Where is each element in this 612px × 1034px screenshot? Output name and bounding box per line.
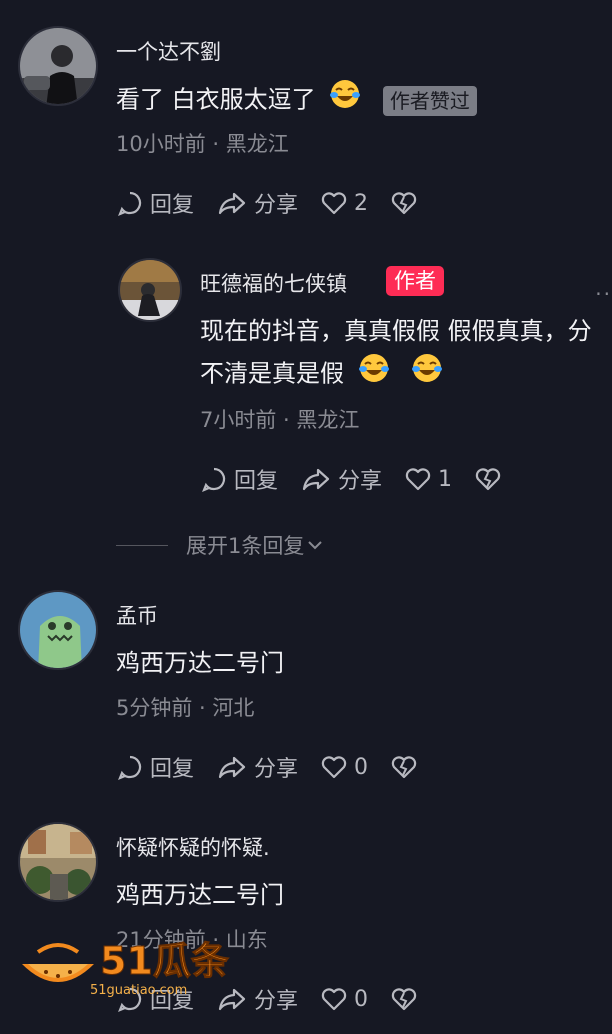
like-count: 0 <box>354 986 369 1012</box>
avatar[interactable] <box>18 822 98 902</box>
author-badge: 作者 <box>386 266 444 296</box>
expand-replies-label: 展开1条回复 <box>186 534 305 558</box>
share-label: 分享 <box>254 193 299 218</box>
avatar-photo-icon <box>20 28 96 104</box>
reply-label: 回复 <box>150 193 195 218</box>
laughing-crying-emoji-icon <box>358 352 390 397</box>
comment-text-content: 看了 白衣服太逗了 <box>116 85 316 114</box>
avatar-photo-icon <box>120 260 180 320</box>
like-count: 2 <box>354 190 369 216</box>
heart-icon <box>321 988 347 1011</box>
username[interactable]: 怀疑怀疑的怀疑. <box>116 832 270 862</box>
like-button[interactable]: 0 <box>320 753 368 781</box>
reply-bubble-icon <box>118 755 142 780</box>
more-options-button[interactable]: ·· <box>595 282 612 306</box>
laughing-crying-emoji-icon <box>411 352 443 397</box>
divider-line <box>116 544 168 546</box>
watermark-brand: 51瓜条 <box>100 939 229 983</box>
like-count: 1 <box>438 466 453 492</box>
avatar[interactable] <box>18 26 98 106</box>
comment-actions: 回复 分享 1 <box>200 462 530 496</box>
broken-heart-icon <box>475 468 501 491</box>
dislike-button[interactable] <box>390 985 424 1013</box>
comment-meta: 10小时前 · 黑龙江 <box>116 132 289 156</box>
share-arrow-icon <box>218 756 246 779</box>
comment-meta: 7小时前 · 黑龙江 <box>200 408 360 432</box>
share-arrow-icon <box>302 468 330 491</box>
comment-text-line-1: 现在的抖音，真真假假 假假真真，分 <box>200 317 592 345</box>
comment-text: 看了 白衣服太逗了 作者赞过 <box>116 78 477 123</box>
comment-actions: 回复 分享 2 <box>116 186 446 220</box>
reply-button[interactable]: 回复 <box>116 187 194 219</box>
like-button[interactable]: 2 <box>320 189 368 217</box>
reply-label: 回复 <box>150 757 195 782</box>
watermark-logo: 51瓜条 51guatiao.com <box>18 930 238 1000</box>
heart-icon <box>321 756 347 779</box>
share-arrow-icon <box>218 192 246 215</box>
reply-button[interactable]: 回复 <box>200 463 278 495</box>
like-button[interactable]: 1 <box>404 465 452 493</box>
comment-text: 鸡西万达二号门 <box>116 649 284 677</box>
like-count: 0 <box>354 754 369 780</box>
comment-meta: 5分钟前 · 河北 <box>116 696 255 720</box>
broken-heart-icon <box>391 192 417 215</box>
share-button[interactable]: 分享 <box>300 463 382 495</box>
dislike-button[interactable] <box>390 189 424 217</box>
share-button[interactable]: 分享 <box>216 751 298 783</box>
comment-text-line-2: 不清是真是假 <box>200 352 443 397</box>
like-button[interactable]: 0 <box>320 985 368 1013</box>
comment-actions: 回复 分享 0 <box>116 750 446 784</box>
broken-heart-icon <box>391 988 417 1011</box>
reply-label: 回复 <box>234 469 279 494</box>
comment-text-content: 不清是真是假 <box>200 359 344 388</box>
broken-heart-icon <box>391 756 417 779</box>
avatar-cartoon-icon <box>20 592 96 668</box>
reply-button[interactable]: 回复 <box>116 751 194 783</box>
watermelon-logo-icon: 51瓜条 51guatiao.com <box>22 939 229 998</box>
username[interactable]: 一个达不劉 <box>116 36 221 66</box>
share-label: 分享 <box>254 757 299 782</box>
heart-icon <box>321 192 347 215</box>
username[interactable]: 孟币 <box>116 600 158 630</box>
share-label: 分享 <box>254 989 299 1014</box>
share-label: 分享 <box>338 469 383 494</box>
reply-bubble-icon <box>202 467 226 492</box>
dislike-button[interactable] <box>474 465 508 493</box>
chevron-down-icon <box>308 541 323 550</box>
avatar[interactable] <box>118 258 182 322</box>
heart-icon <box>405 468 431 491</box>
reply-bubble-icon <box>118 191 142 216</box>
username[interactable]: 旺德福的七侠镇 <box>200 268 347 298</box>
author-liked-badge: 作者赞过 <box>382 85 477 116</box>
watermark-url: 51guatiao.com <box>90 983 187 998</box>
avatar-photo-icon <box>20 824 96 900</box>
avatar[interactable] <box>18 590 98 670</box>
comment-text: 鸡西万达二号门 <box>116 881 284 909</box>
expand-replies-button[interactable]: 展开1条回复 <box>116 530 326 560</box>
laughing-crying-emoji-icon <box>329 78 361 123</box>
dislike-button[interactable] <box>390 753 424 781</box>
share-button[interactable]: 分享 <box>216 187 298 219</box>
